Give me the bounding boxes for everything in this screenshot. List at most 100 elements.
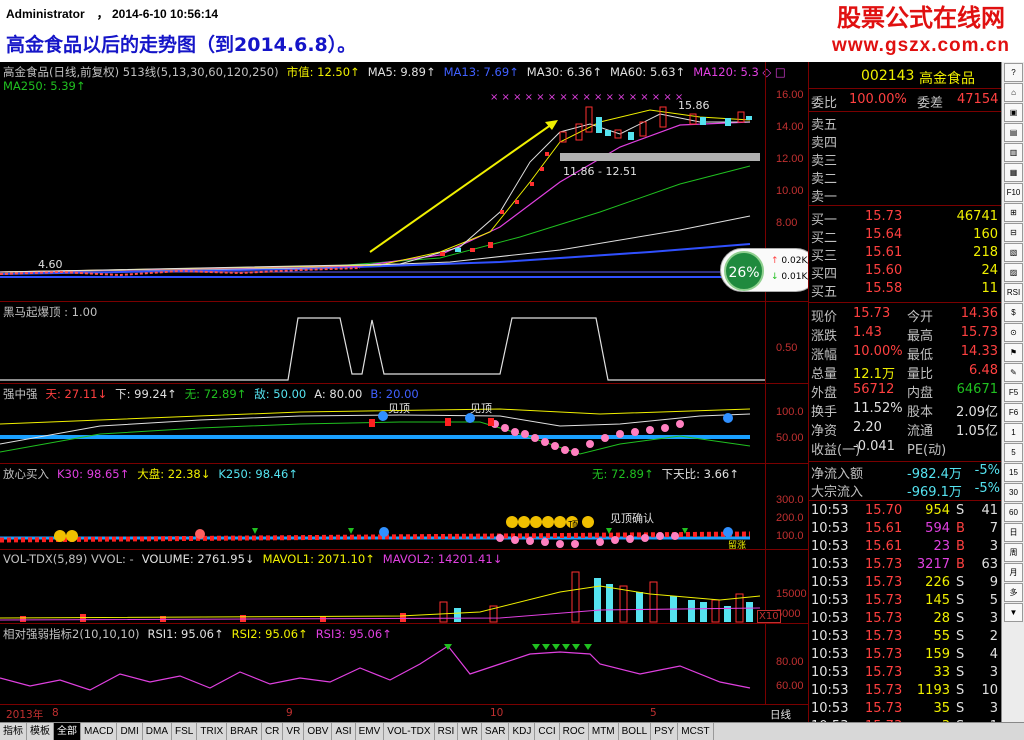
price-tick: 10.00	[776, 185, 804, 197]
toolbar-icon-button[interactable]: 5	[1004, 443, 1023, 462]
trade-time: 10:53	[811, 503, 849, 518]
toolbar-icon-button[interactable]: 日	[1004, 523, 1023, 542]
price-pane[interactable]: 高金食品(日线,前复权) 513线(5,13,30,60,120,250) 市值:…	[0, 62, 818, 302]
tab-psy[interactable]: PSY	[651, 723, 679, 740]
tab-dma[interactable]: DMA	[143, 723, 173, 740]
tab-emv[interactable]: EMV	[356, 723, 385, 740]
tab-vol-tdx[interactable]: VOL-TDX	[384, 723, 435, 740]
trade-volume: 35	[933, 701, 950, 716]
toolbar-icon-button[interactable]: ⚑	[1004, 343, 1023, 362]
sell-row: 卖三	[809, 150, 1002, 169]
tab-全部[interactable]: 全部	[54, 723, 81, 740]
rsi-pane[interactable]: 相对强弱指标2(10,10,10) RSI1: 95.06↑ RSI2: 95.06…	[0, 624, 808, 704]
tab-brar[interactable]: BRAR	[227, 723, 262, 740]
side-toolbar: ? ⌂ ▣ ▤ ▥ ▦ F10 ⊞ ⊟ ▧ ▨ RSI $ ⊙ ⚑ ✎ F5 F6 1 5 15 30 60 日周月多 ▼	[1001, 62, 1024, 722]
toolbar-icon-button[interactable]: 周	[1004, 543, 1023, 562]
toolbar-icon-button[interactable]: 多	[1004, 583, 1023, 602]
heima-pane[interactable]: 黑马起爆顶 : 1.00 0.50	[0, 302, 808, 384]
tab-boll[interactable]: BOLL	[619, 723, 652, 740]
sell-label: 卖一	[811, 190, 838, 205]
stat-row: 涨幅 10.00% 最低 14.33	[809, 344, 1002, 363]
buy-volume: 218	[973, 245, 998, 260]
stat-label: 涨跌	[811, 329, 838, 344]
sell-row: 卖二	[809, 168, 1002, 187]
stat-value: 2.20	[853, 420, 882, 435]
toolbar-icon-button[interactable]: ✎	[1004, 363, 1023, 382]
tab-roc[interactable]: ROC	[560, 723, 589, 740]
trade-volume: 594	[925, 521, 950, 536]
speed-bubble[interactable]: 26% ↑ 0.02K/s ↓ 0.01K/s	[720, 248, 818, 292]
buy-volume: 11	[981, 281, 998, 296]
toolbar-icon-button[interactable]: 30	[1004, 483, 1023, 502]
toolbar-icon-button[interactable]: 1	[1004, 423, 1023, 442]
toolbar-icon-button[interactable]: ⊙	[1004, 323, 1023, 342]
qiangzhongqiang-pane[interactable]: 强中强 天: 27.11↓ 下: 99.24↑ 无: 72.89↑ 敌: 50.00 A:…	[0, 384, 808, 464]
tab-cr[interactable]: CR	[262, 723, 284, 740]
toolbar-icon-button[interactable]: ▣	[1004, 103, 1023, 122]
fangxin-pane[interactable]: 放心买入 K30: 98.65↑ 大盘: 22.38↓ K250: 98.46↑ 无:…	[0, 464, 808, 551]
tab-dmi[interactable]: DMI	[117, 723, 143, 740]
toolbar-icon-button[interactable]: ▤	[1004, 123, 1023, 142]
toolbar-icon-button[interactable]: ▥	[1004, 143, 1023, 162]
tab-kdj[interactable]: KDJ	[509, 723, 536, 740]
toolbar-icon-button[interactable]: 15	[1004, 463, 1023, 482]
volume-tick: 15000	[776, 588, 807, 600]
period-label[interactable]: 日线	[770, 707, 791, 722]
trade-time: 10:53	[811, 683, 849, 698]
stat-row: 涨跌 1.43 最高 15.73	[809, 325, 1002, 344]
toolbar-icon-button[interactable]: F6	[1004, 403, 1023, 422]
toolbar-icon-button[interactable]: ▨	[1004, 263, 1023, 282]
toolbar-icon-button[interactable]: F5	[1004, 383, 1023, 402]
heima-tick: 0.50	[776, 342, 798, 354]
toolbar-icon-button[interactable]: ⌂	[1004, 83, 1023, 102]
tab-asi[interactable]: ASI	[332, 723, 356, 740]
price-tick: 14.00	[776, 121, 804, 133]
tab-wr[interactable]: WR	[458, 723, 482, 740]
toolbar-icon-button[interactable]: 60	[1004, 503, 1023, 522]
weibi-label: 委比	[811, 96, 838, 111]
tab-vr[interactable]: VR	[283, 723, 305, 740]
tab-模板[interactable]: 模板	[27, 723, 54, 740]
toolbar-icon-button[interactable]: ▼	[1004, 603, 1023, 622]
buy-volume: 160	[973, 227, 998, 242]
flow-row: 净流入额 -982.4万 -5%	[809, 463, 1002, 482]
toolbar-icon-button[interactable]: ?	[1004, 63, 1023, 82]
tab-rsi[interactable]: RSI	[435, 723, 459, 740]
price-tick: 12.00	[776, 153, 804, 165]
trade-side: S	[956, 575, 965, 590]
trade-count: 41	[981, 503, 998, 518]
price-tick: 16.00	[776, 89, 804, 101]
page-title: 高金食品以后的走势图（到2014.6.8）。	[6, 34, 357, 56]
stat-label: 最低	[907, 348, 934, 363]
trade-row: 10:53 15.73 35 S 3	[809, 701, 1002, 719]
fangxin-tick: 100.0	[776, 530, 804, 542]
toolbar-icon-button[interactable]: $	[1004, 303, 1023, 322]
toolbar-icon-button[interactable]: RSI	[1004, 283, 1023, 302]
toolbar-icon-button[interactable]: ▧	[1004, 243, 1023, 262]
tab-sar[interactable]: SAR	[482, 723, 510, 740]
tab-macd[interactable]: MACD	[81, 723, 118, 740]
tab-cci[interactable]: CCI	[535, 723, 560, 740]
toolbar-icon-button[interactable]: ⊞	[1004, 203, 1023, 222]
toolbar-icon-button[interactable]: F10	[1004, 183, 1023, 202]
user-timestamp: Administrator ， 2014-6-10 10:56:14	[6, 7, 219, 21]
tab-指标[interactable]: 指标	[0, 723, 27, 740]
trade-row: 10:53 15.73 55 S 2	[809, 629, 1002, 647]
toolbar-icon-button[interactable]: 月	[1004, 563, 1023, 582]
sell-row: 卖五	[809, 114, 1002, 133]
tab-mcst[interactable]: MCST	[678, 723, 714, 740]
toolbar-icon-button[interactable]: ▦	[1004, 163, 1023, 182]
stat-label: 换手	[811, 405, 838, 420]
tab-mtm[interactable]: MTM	[589, 723, 619, 740]
tab-fsl[interactable]: FSL	[172, 723, 198, 740]
tab-obv[interactable]: OBV	[304, 723, 333, 740]
high-label: 15.86	[678, 99, 710, 112]
tab-trix[interactable]: TRIX	[197, 723, 228, 740]
volume-pane[interactable]: VOL-TDX(5,89) VVOL: - VOLUME: 2761.95↓ MAV…	[0, 550, 808, 624]
chart-area[interactable]: 高金食品(日线,前复权) 513线(5,13,30,60,120,250) 市值:…	[0, 62, 818, 722]
buy-label: 买五	[811, 285, 838, 300]
stat-value: -0.041	[853, 439, 895, 454]
toolbar-icon-button[interactable]: ⊟	[1004, 223, 1023, 242]
buy-label: 买二	[811, 231, 838, 246]
sell-row: 卖一	[809, 186, 1002, 205]
